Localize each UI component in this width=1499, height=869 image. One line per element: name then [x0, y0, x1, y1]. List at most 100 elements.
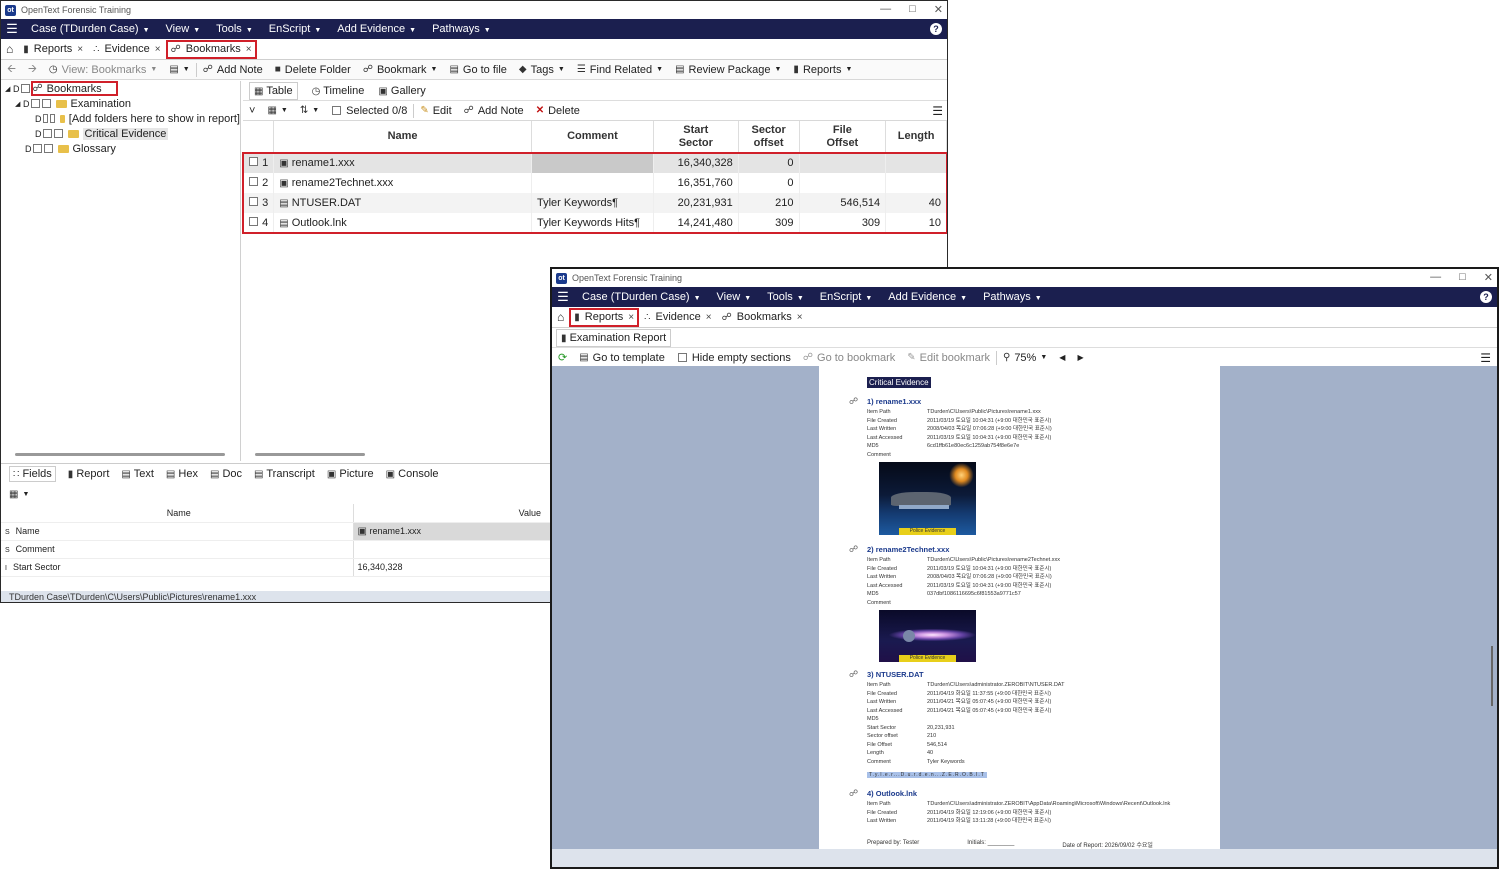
- tab-hex[interactable]: ▤ Hex: [166, 468, 198, 480]
- zoom-dropdown[interactable]: ⚲ 75% ▼: [997, 352, 1053, 364]
- menu-case[interactable]: Case (TDurden Case) ▼: [23, 23, 158, 35]
- delete-folder-button[interactable]: ■ Delete Folder: [269, 64, 357, 76]
- tab-picture[interactable]: ▣ Picture: [327, 468, 374, 480]
- hamburger-icon[interactable]: ☰: [1, 21, 23, 37]
- menu-case[interactable]: Case (TDurden Case) ▼: [574, 291, 709, 303]
- tree-scrollbar[interactable]: [15, 453, 225, 456]
- go-to-template-button[interactable]: ▤ Go to template: [573, 352, 671, 364]
- col-sector-offset[interactable]: Sector offset: [738, 121, 800, 154]
- report-scrollbar[interactable]: [1491, 646, 1493, 706]
- grid-dropdown[interactable]: ▦ ▼: [261, 105, 293, 116]
- tab-console[interactable]: ▣ Console: [386, 468, 439, 480]
- find-related-menu[interactable]: ☰ Find Related ▼: [571, 64, 669, 76]
- menu-enscript[interactable]: EnScript ▼: [261, 23, 330, 35]
- hide-empty-sections-toggle[interactable]: Hide empty sections: [671, 352, 797, 364]
- layout-dropdown[interactable]: ▤ ▼: [163, 64, 195, 75]
- menu-add-evidence[interactable]: Add Evidence ▼: [329, 23, 424, 35]
- hamburger-icon[interactable]: ☰: [552, 289, 574, 305]
- pointer-icon[interactable]: ˅: [243, 105, 261, 117]
- collapse-icon[interactable]: ◢: [5, 85, 13, 93]
- table-row[interactable]: 1 ▣ rename1.xxx 16,340,328 0: [243, 153, 947, 173]
- menu-enscript[interactable]: EnScript ▼: [812, 291, 881, 303]
- next-page-icon[interactable]: ▶: [1071, 353, 1089, 362]
- menu-tools[interactable]: Tools ▼: [208, 23, 261, 35]
- minimize-button[interactable]: —: [1430, 271, 1441, 284]
- maximize-button[interactable]: □: [1459, 271, 1466, 284]
- collapse-icon[interactable]: ◢: [15, 100, 23, 108]
- tab-fields[interactable]: ∷ Fields: [9, 466, 56, 482]
- row-checkbox[interactable]: [249, 157, 258, 167]
- go-to-bookmark-button[interactable]: ☍ Go to bookmark: [797, 352, 901, 364]
- menu-pathways[interactable]: Pathways ▼: [975, 291, 1050, 303]
- menu-add-evidence[interactable]: Add Evidence ▼: [880, 291, 975, 303]
- field-row[interactable]: S Name ▣ rename1.xxx: [1, 522, 551, 541]
- tab-reports[interactable]: ▮ Reports ×: [569, 307, 640, 327]
- tree-item-add-folders[interactable]: D [Add folders here to show in report]: [1, 111, 240, 126]
- tab-evidence[interactable]: ∴ Evidence ×: [88, 40, 165, 59]
- reports-menu[interactable]: ▮ Reports ▼: [787, 64, 858, 76]
- row-checkbox[interactable]: [249, 217, 258, 226]
- previous-page-icon[interactable]: ◀: [1053, 353, 1071, 362]
- field-row[interactable]: I Start Sector 16,340,328: [1, 558, 551, 577]
- tags-menu[interactable]: ◆ Tags ▼: [513, 64, 571, 76]
- tab-timeline[interactable]: ◷ Timeline: [312, 85, 365, 97]
- maximize-button[interactable]: □: [909, 3, 916, 16]
- row-checkbox[interactable]: [249, 177, 258, 186]
- col-start-sector[interactable]: Start Sector: [653, 121, 739, 154]
- close-tab-icon[interactable]: ×: [246, 44, 252, 55]
- tab-examination-report[interactable]: ▮ Examination Report: [556, 328, 672, 347]
- field-row[interactable]: S Comment: [1, 540, 551, 559]
- tree-item-examination[interactable]: ◢ D Examination: [1, 96, 240, 111]
- close-tab-icon[interactable]: ×: [628, 312, 634, 323]
- help-icon[interactable]: ?: [1480, 291, 1492, 303]
- tab-table[interactable]: ▦ Table: [249, 81, 298, 100]
- sort-dropdown[interactable]: ⇅ ▼: [294, 105, 325, 116]
- options-menu-icon[interactable]: ☰: [932, 104, 943, 118]
- menu-view[interactable]: View ▼: [158, 23, 209, 35]
- col-file-offset[interactable]: File Offset: [799, 121, 887, 154]
- bookmark-menu[interactable]: ☍ Bookmark ▼: [357, 64, 444, 76]
- home-icon[interactable]: ⌂: [552, 308, 569, 327]
- tab-report[interactable]: ▮ Report: [68, 468, 110, 480]
- close-tab-icon[interactable]: ×: [155, 44, 161, 55]
- close-tab-icon[interactable]: ×: [706, 312, 712, 323]
- checkbox[interactable]: [20, 84, 30, 93]
- tab-bookmarks[interactable]: ☍ Bookmarks ×: [165, 39, 257, 59]
- tab-text[interactable]: ▤ Text: [121, 468, 154, 480]
- review-package-menu[interactable]: ▤ Review Package ▼: [669, 64, 787, 76]
- table-scrollbar[interactable]: [255, 453, 365, 456]
- fields-grid-dropdown[interactable]: ▦ ▼: [1, 484, 551, 504]
- forward-icon[interactable]: 🡪: [22, 60, 43, 79]
- tree-item-critical-evidence[interactable]: D Critical Evidence: [1, 126, 240, 141]
- col-comment[interactable]: Comment: [531, 121, 654, 154]
- close-tab-icon[interactable]: ×: [77, 44, 83, 55]
- col-name[interactable]: Name: [273, 121, 532, 154]
- tab-doc[interactable]: ▤ Doc: [210, 468, 242, 480]
- delete-button[interactable]: ✕ Delete: [530, 105, 586, 117]
- col-length[interactable]: Length: [885, 121, 947, 154]
- close-button[interactable]: ✕: [1484, 271, 1493, 284]
- close-button[interactable]: ✕: [934, 3, 943, 16]
- selected-count[interactable]: Selected 0/8: [325, 105, 413, 117]
- help-icon[interactable]: ?: [930, 23, 942, 35]
- menu-pathways[interactable]: Pathways ▼: [424, 23, 499, 35]
- tab-reports[interactable]: ▮ Reports ×: [18, 40, 88, 59]
- tree-item-bookmarks[interactable]: ◢ D ☍ Bookmarks: [1, 81, 240, 96]
- table-row[interactable]: 2 ▣ rename2Technet.xxx 16,351,760 0: [243, 173, 947, 193]
- edit-bookmark-button[interactable]: ✎ Edit bookmark: [901, 352, 996, 364]
- select-all-checkbox[interactable]: [332, 106, 342, 115]
- add-note-button[interactable]: ☍ Add Note: [197, 64, 269, 76]
- menu-view[interactable]: View ▼: [709, 291, 760, 303]
- checkbox[interactable]: [677, 353, 687, 362]
- tab-evidence[interactable]: ∴ Evidence ×: [639, 308, 716, 327]
- tree-item-glossary[interactable]: D Glossary: [1, 141, 240, 156]
- close-tab-icon[interactable]: ×: [797, 312, 803, 323]
- tab-gallery[interactable]: ▣ Gallery: [378, 85, 425, 97]
- table-row[interactable]: 4 ▤ Outlook.lnk Tyler Keywords Hits¶ 14,…: [243, 213, 947, 233]
- refresh-icon[interactable]: ⟳: [552, 351, 573, 364]
- tab-bookmarks[interactable]: ☍ Bookmarks ×: [717, 308, 808, 327]
- add-note-button-2[interactable]: ☍ Add Note: [458, 105, 530, 117]
- home-icon[interactable]: ⌂: [1, 40, 18, 59]
- tab-transcript[interactable]: ▤ Transcript: [254, 468, 315, 480]
- edit-button[interactable]: ✎ Edit: [414, 105, 457, 117]
